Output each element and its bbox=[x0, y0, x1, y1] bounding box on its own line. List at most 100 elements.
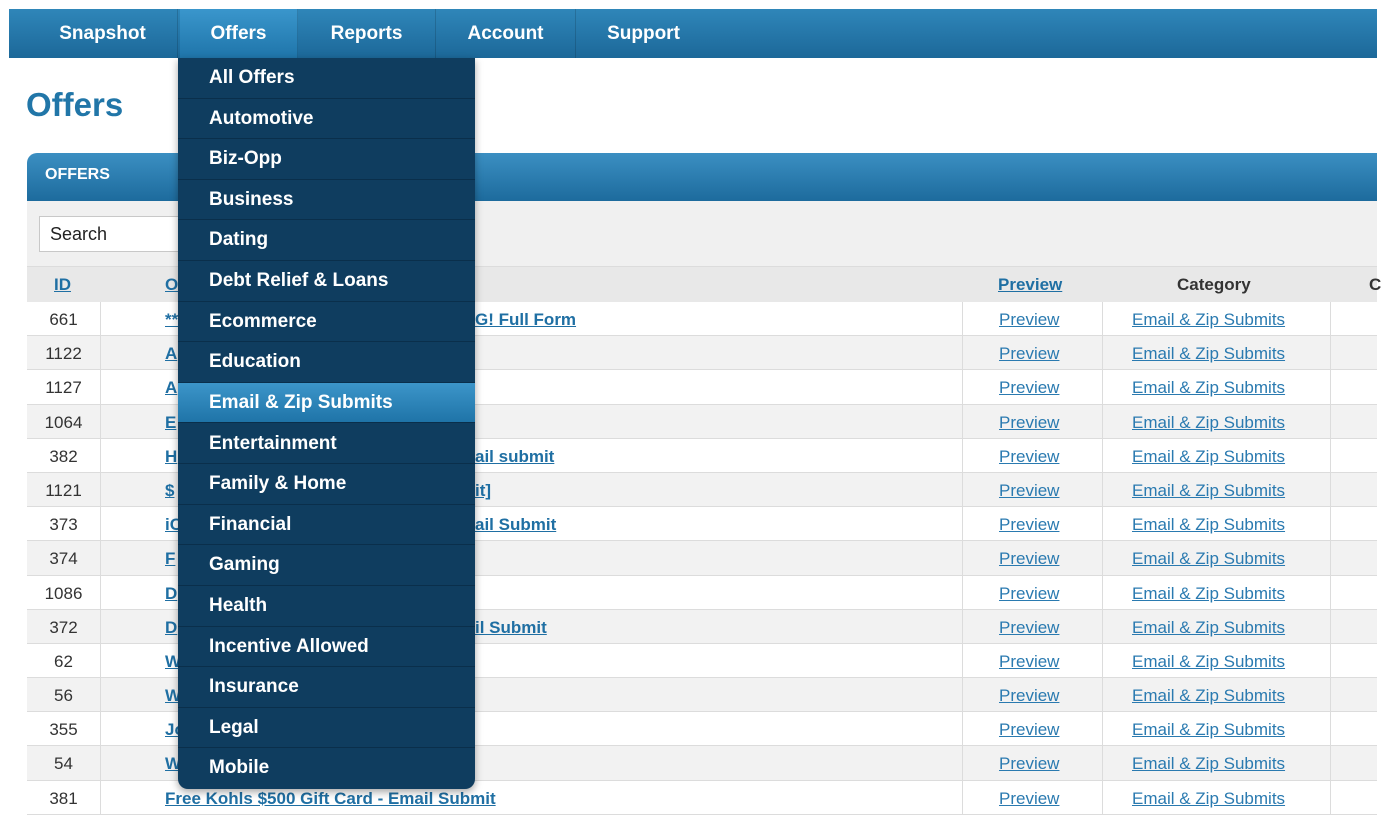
column-divider bbox=[1102, 712, 1103, 746]
dropdown-item-family-and-home[interactable]: Family & Home bbox=[178, 464, 475, 505]
column-divider bbox=[1330, 780, 1331, 814]
preview-link[interactable]: Preview bbox=[999, 541, 1059, 574]
column-divider bbox=[1102, 609, 1103, 643]
category-link[interactable]: Email & Zip Submits bbox=[1132, 336, 1285, 369]
column-divider bbox=[100, 404, 101, 438]
column-divider bbox=[1330, 712, 1331, 746]
column-divider bbox=[100, 302, 101, 336]
column-divider bbox=[962, 575, 963, 609]
offer-name-link[interactable]: E bbox=[165, 405, 176, 438]
nav-tab-support[interactable]: Support bbox=[576, 9, 711, 58]
offer-name-link-tail[interactable]: ail submit bbox=[475, 439, 554, 472]
dropdown-item-debt-relief-and-loans[interactable]: Debt Relief & Loans bbox=[178, 261, 475, 302]
category-link[interactable]: Email & Zip Submits bbox=[1132, 781, 1285, 814]
dropdown-item-all-offers[interactable]: All Offers bbox=[178, 58, 475, 99]
top-nav-bar: Snapshot Offers Reports Account Support bbox=[9, 9, 1377, 58]
dropdown-item-incentive-allowed[interactable]: Incentive Allowed bbox=[178, 627, 475, 668]
offer-name-link[interactable]: $ bbox=[165, 473, 174, 506]
offer-id: 1064 bbox=[44, 412, 83, 432]
preview-link[interactable]: Preview bbox=[999, 507, 1059, 540]
page: Snapshot Offers Reports Account Support … bbox=[0, 0, 1385, 818]
column-header-preview[interactable]: Preview bbox=[998, 267, 1062, 302]
column-divider bbox=[1102, 507, 1103, 541]
preview-link[interactable]: Preview bbox=[999, 405, 1059, 438]
column-divider bbox=[962, 643, 963, 678]
category-link[interactable]: Email & Zip Submits bbox=[1132, 473, 1285, 506]
category-link[interactable]: Email & Zip Submits bbox=[1132, 370, 1285, 403]
dropdown-item-legal[interactable]: Legal bbox=[178, 708, 475, 749]
offer-name-link[interactable]: D bbox=[165, 610, 177, 643]
offer-id: 372 bbox=[49, 617, 78, 637]
category-link[interactable]: Email & Zip Submits bbox=[1132, 302, 1285, 335]
dropdown-item-insurance[interactable]: Insurance bbox=[178, 667, 475, 708]
offer-name-link[interactable]: A bbox=[165, 370, 177, 403]
dropdown-item-automotive[interactable]: Automotive bbox=[178, 99, 475, 140]
offer-name-link-tail[interactable]: it] bbox=[475, 473, 491, 506]
category-link[interactable]: Email & Zip Submits bbox=[1132, 576, 1285, 609]
offer-id: 1086 bbox=[44, 583, 83, 603]
dropdown-item-business[interactable]: Business bbox=[178, 180, 475, 221]
nav-tab-account[interactable]: Account bbox=[436, 9, 576, 58]
offer-name-link[interactable]: A bbox=[165, 336, 177, 369]
category-link[interactable]: Email & Zip Submits bbox=[1132, 541, 1285, 574]
preview-link[interactable]: Preview bbox=[999, 302, 1059, 335]
offer-name-link[interactable]: D bbox=[165, 576, 177, 609]
offer-name-link[interactable]: F bbox=[165, 541, 175, 574]
preview-link[interactable]: Preview bbox=[999, 678, 1059, 711]
category-link[interactable]: Email & Zip Submits bbox=[1132, 405, 1285, 438]
category-link[interactable]: Email & Zip Submits bbox=[1132, 610, 1285, 643]
column-divider bbox=[1102, 780, 1103, 814]
preview-link[interactable]: Preview bbox=[999, 781, 1059, 814]
preview-link[interactable]: Preview bbox=[999, 644, 1059, 677]
column-divider bbox=[1330, 643, 1331, 678]
dropdown-item-biz-opp[interactable]: Biz-Opp bbox=[178, 139, 475, 180]
offer-id: 62 bbox=[54, 651, 73, 671]
nav-tab-reports[interactable]: Reports bbox=[298, 9, 436, 58]
dropdown-item-email-and-zip-submits[interactable]: Email & Zip Submits bbox=[178, 382, 475, 424]
offer-name-link-tail[interactable]: G! Full Form bbox=[475, 302, 576, 335]
column-divider bbox=[1330, 404, 1331, 438]
preview-link[interactable]: Preview bbox=[999, 473, 1059, 506]
offer-id: 355 bbox=[49, 720, 78, 740]
dropdown-item-entertainment[interactable]: Entertainment bbox=[178, 424, 475, 465]
preview-link[interactable]: Preview bbox=[999, 576, 1059, 609]
preview-link[interactable]: Preview bbox=[999, 336, 1059, 369]
dropdown-item-education[interactable]: Education bbox=[178, 342, 475, 383]
offer-name-link-tail[interactable]: ail Submit bbox=[475, 507, 556, 540]
column-divider bbox=[962, 438, 963, 472]
category-link[interactable]: Email & Zip Submits bbox=[1132, 439, 1285, 472]
column-divider bbox=[962, 712, 963, 746]
column-divider bbox=[962, 370, 963, 404]
category-link[interactable]: Email & Zip Submits bbox=[1132, 507, 1285, 540]
nav-tab-offers[interactable]: Offers bbox=[180, 9, 298, 58]
offer-name-link[interactable]: ** bbox=[165, 302, 178, 335]
column-divider bbox=[1330, 609, 1331, 643]
column-divider bbox=[1330, 336, 1331, 370]
column-divider bbox=[1330, 678, 1331, 712]
dropdown-item-mobile[interactable]: Mobile bbox=[178, 748, 475, 789]
preview-link[interactable]: Preview bbox=[999, 370, 1059, 403]
offer-name-link-tail[interactable]: il Submit bbox=[475, 610, 547, 643]
preview-link[interactable]: Preview bbox=[999, 439, 1059, 472]
nav-tab-snapshot[interactable]: Snapshot bbox=[28, 9, 178, 58]
column-divider bbox=[1330, 507, 1331, 541]
dropdown-item-health[interactable]: Health bbox=[178, 586, 475, 627]
dropdown-item-dating[interactable]: Dating bbox=[178, 220, 475, 262]
category-link[interactable]: Email & Zip Submits bbox=[1132, 644, 1285, 677]
preview-link[interactable]: Preview bbox=[999, 746, 1059, 779]
column-divider bbox=[100, 336, 101, 370]
offer-name-link[interactable]: H bbox=[165, 439, 177, 472]
category-link[interactable]: Email & Zip Submits bbox=[1132, 746, 1285, 779]
preview-link[interactable]: Preview bbox=[999, 610, 1059, 643]
dropdown-item-financial[interactable]: Financial bbox=[178, 505, 475, 546]
dropdown-item-gaming[interactable]: Gaming bbox=[178, 545, 475, 586]
column-divider bbox=[1102, 404, 1103, 438]
preview-link[interactable]: Preview bbox=[999, 712, 1059, 745]
offer-id: 382 bbox=[49, 446, 78, 466]
category-link[interactable]: Email & Zip Submits bbox=[1132, 712, 1285, 745]
dropdown-item-ecommerce[interactable]: Ecommerce bbox=[178, 302, 475, 343]
column-header-id[interactable]: ID bbox=[54, 267, 71, 302]
category-link[interactable]: Email & Zip Submits bbox=[1132, 678, 1285, 711]
column-header-offer-name[interactable]: O bbox=[165, 267, 178, 302]
column-divider bbox=[1102, 541, 1103, 575]
